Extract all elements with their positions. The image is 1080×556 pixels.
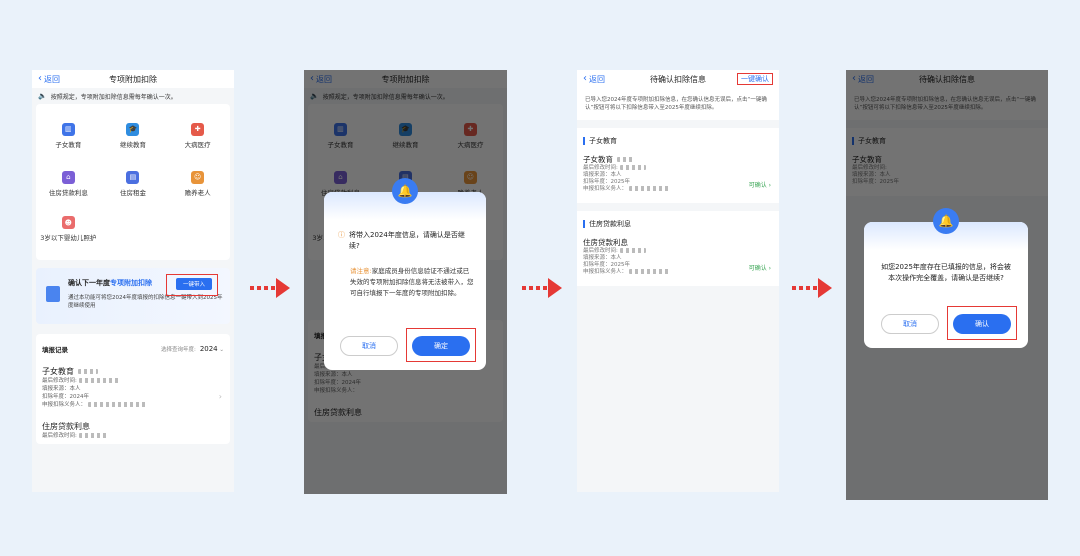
- records-header: 填报记录 选择查询年度: 2024 ⌄: [42, 345, 224, 354]
- redacted: [78, 433, 109, 438]
- cancel-button[interactable]: 取消: [340, 336, 398, 356]
- nav-bar: ‹ 返回 专项附加扣除: [32, 70, 234, 88]
- serious-illness-icon: ✚: [191, 122, 205, 136]
- category-serious-illness[interactable]: ✚ 大病医疗: [165, 112, 230, 160]
- arrow-right-icon: [250, 278, 290, 298]
- pending-item[interactable]: 住房贷款利息 最后修改时间: 填报来源：本人 扣除年度：2025年 申报扣除义务…: [577, 233, 779, 286]
- section-title: 子女教育: [577, 128, 779, 150]
- cancel-button[interactable]: 取消: [881, 314, 939, 334]
- continuing-education-icon: 🎓: [126, 122, 140, 136]
- highlight-box: [406, 328, 476, 362]
- page-title: 专项附加扣除: [109, 74, 157, 84]
- screen-overwrite-confirm: ‹返回 待确认扣除信息 已导入您2024年度专项附加扣除信息，在您确认信息无误后…: [846, 70, 1048, 500]
- chevron-right-icon: ›: [218, 392, 222, 401]
- arrow-right-icon: [792, 278, 832, 298]
- speaker-icon: 🔈: [38, 92, 47, 100]
- infant-care-icon: ☻: [61, 216, 75, 229]
- confirm-dialog: 🔔 ⓘ 将带入2024年度信息，请确认是否继续? 请注意:家庭成员身份信息验证不…: [324, 178, 486, 370]
- confirm-button[interactable]: 确认: [947, 306, 1017, 340]
- category-children-education[interactable]: ▥ 子女教育: [36, 112, 101, 160]
- highlight-box: [166, 274, 218, 296]
- category-infant-care[interactable]: ☻ 3岁以下婴幼儿照护: [36, 208, 101, 256]
- chevron-left-icon: ‹: [583, 73, 587, 84]
- children-education-icon: ▥: [61, 122, 75, 136]
- category-housing-loan-interest[interactable]: ⌂ 住房贷款利息: [36, 160, 101, 208]
- category-housing-rent[interactable]: ▤ 住房租金: [101, 160, 166, 208]
- redacted: [87, 402, 148, 407]
- highlight-box: [947, 306, 1017, 340]
- housing-rent-icon: ▤: [126, 170, 140, 184]
- record-item[interactable]: 住房贷款利息 最后修改时间:: [36, 413, 230, 444]
- screen-confirm-import: ‹返回 专项附加扣除 🔈按照规定，专项附加扣除信息需每年确认一次。 ▥子女教育🎓…: [304, 70, 507, 494]
- back-button[interactable]: ‹ 返回: [577, 74, 605, 85]
- screen-pending-confirm: ‹ 返回 待确认扣除信息 一键确认 已导入您2024年度专项附加扣除信息，在您确认…: [577, 70, 779, 492]
- carry-forward-banner: 确认下一年度专项附加扣除 通过本功能可将您2024年度填报的扣除信息一键带入到2…: [36, 268, 230, 324]
- overwrite-dialog: 🔔 如您2025年度存在已填报的信息，将会被本次操作完全覆盖，请确认是否继续? …: [864, 208, 1028, 348]
- confirm-all-button[interactable]: 一键确认: [737, 73, 773, 85]
- record-item[interactable]: 子女教育 最后修改时间: 填报来源：本人 扣除年度：2024年 申报扣除义务人：…: [36, 358, 230, 413]
- year-selector[interactable]: 选择查询年度: 2024 ⌄: [161, 345, 224, 353]
- redacted: [78, 369, 98, 374]
- back-button[interactable]: ‹ 返回: [32, 74, 60, 85]
- category-grid: ▥ 子女教育 🎓 继续教育 ✚ 大病医疗 ⌂ 住房贷款利息 ▤ 住房租金 ☺ 赡养老人 ☻ 3岁以下婴幼儿…: [36, 104, 230, 260]
- chevron-left-icon: ‹: [38, 73, 42, 84]
- bell-icon: 🔔: [933, 208, 959, 234]
- arrow-right-icon: [522, 278, 562, 298]
- section-title: 住房贷款利息: [577, 211, 779, 233]
- status-badge: 可确认 ›: [748, 265, 771, 272]
- intro-text: 已导入您2024年度专项附加扣除信息，在您确认信息无误后，点击“一键确认”按钮可…: [577, 88, 779, 120]
- status-badge: 可确认 ›: [748, 182, 771, 189]
- category-elderly-support[interactable]: ☺ 赡养老人: [165, 160, 230, 208]
- book-icon: [46, 286, 60, 302]
- warning-icon: ⓘ: [338, 231, 345, 239]
- screen-deduction-home: ‹ 返回 专项附加扣除 🔈 按照规定，专项附加扣除信息需每年确认一次。 ▥ 子女教…: [32, 70, 234, 492]
- category-continuing-education[interactable]: 🎓 继续教育: [101, 112, 166, 160]
- confirm-button[interactable]: 确定: [406, 328, 476, 362]
- nav-bar: ‹ 返回 待确认扣除信息 一键确认: [577, 70, 779, 88]
- records-card: 填报记录 选择查询年度: 2024 ⌄ 子女教育 最后修改时间: 填报来源：本人 …: [36, 334, 230, 444]
- pending-item[interactable]: 子女教育 最后修改时间: 填报来源：本人 扣除年度：2025年 申报扣除义务人：…: [577, 150, 779, 203]
- redacted: [78, 378, 119, 383]
- notice-bar: 🔈 按照规定，专项附加扣除信息需每年确认一次。: [32, 88, 234, 104]
- housing-loan-interest-icon: ⌂: [61, 170, 75, 184]
- bell-icon: 🔔: [392, 178, 418, 204]
- elderly-support-icon: ☺: [191, 170, 205, 184]
